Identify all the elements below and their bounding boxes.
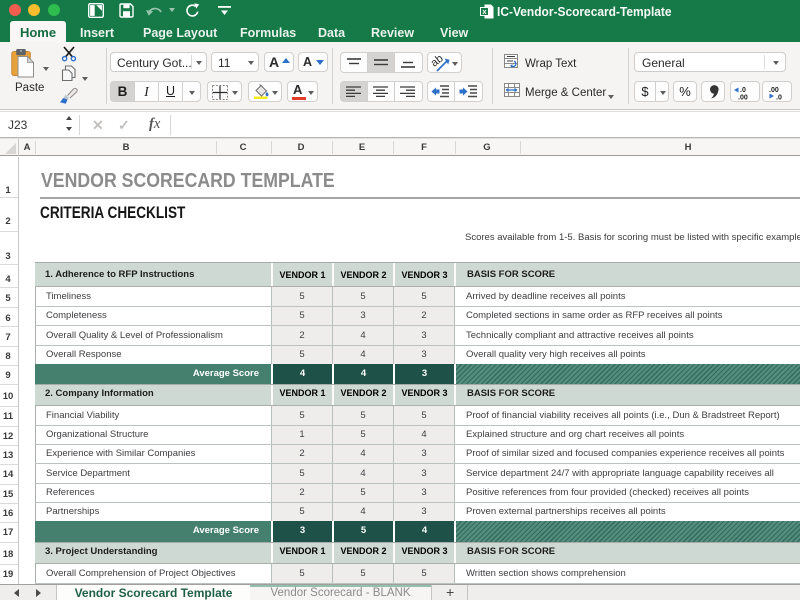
svg-text:.0: .0 bbox=[740, 87, 746, 94]
svg-text:.0: .0 bbox=[776, 95, 782, 101]
svg-text:.00: .00 bbox=[769, 87, 779, 94]
svg-text:.00: .00 bbox=[738, 95, 748, 101]
